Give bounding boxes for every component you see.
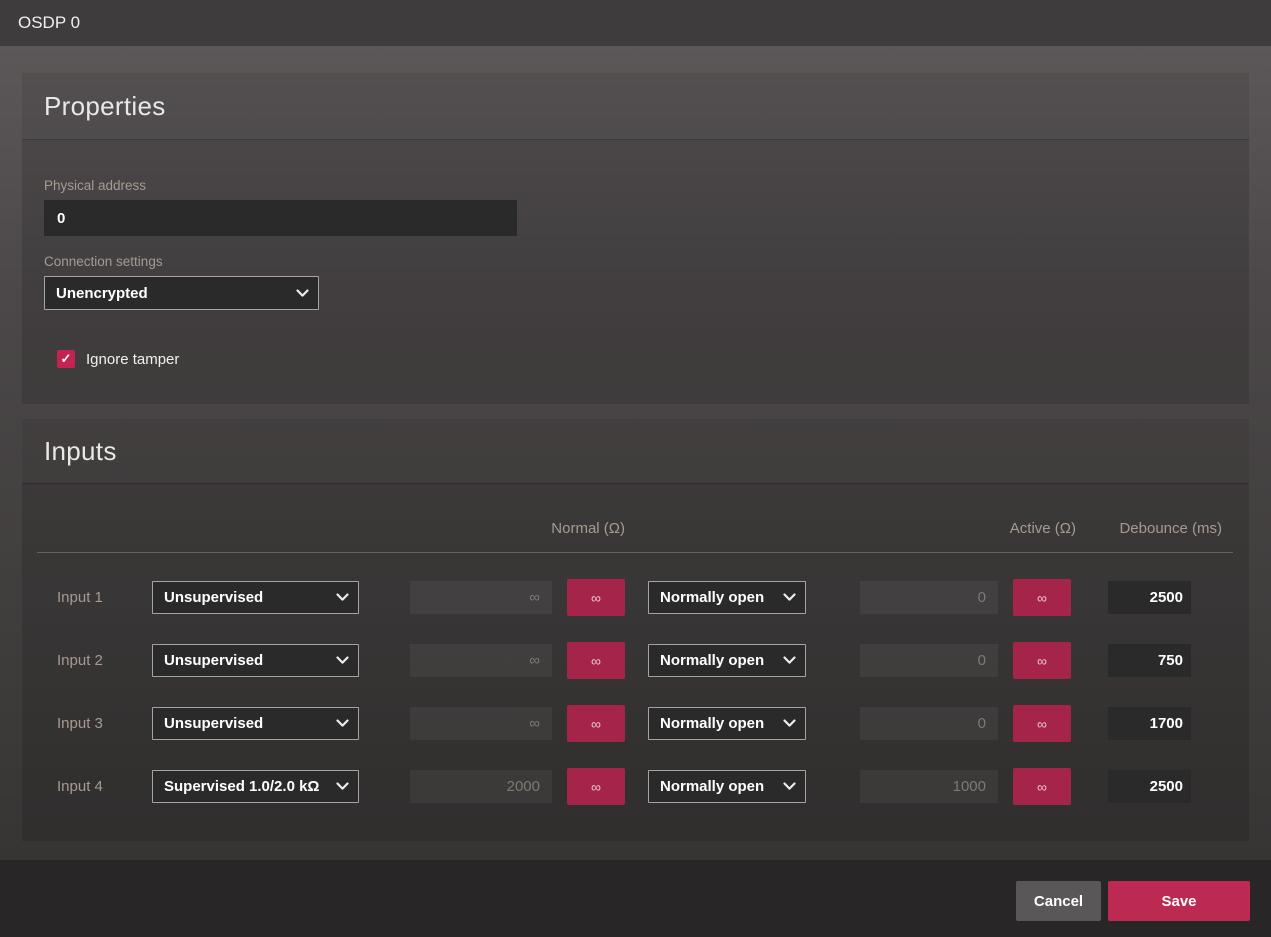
- active-infinity-button[interactable]: ∞: [1013, 768, 1071, 805]
- normal-resistance-field: [410, 707, 552, 740]
- supervision-select[interactable]: Unsupervised: [152, 644, 359, 677]
- contact-type-select[interactable]: Normally open: [648, 581, 806, 614]
- input-row-label: Input 2: [37, 652, 152, 669]
- physical-address-label: Physical address: [44, 178, 1227, 193]
- dialog-content: Properties Physical address Connection s…: [0, 46, 1271, 860]
- chevron-down-icon: [336, 656, 349, 665]
- supervision-select[interactable]: Unsupervised: [152, 581, 359, 614]
- contact-type-value: Normally open: [660, 652, 764, 669]
- contact-type-value: Normally open: [660, 715, 764, 732]
- supervision-value: Unsupervised: [164, 589, 263, 606]
- properties-section: Properties Physical address Connection s…: [22, 73, 1249, 404]
- chevron-down-icon: [336, 719, 349, 728]
- normal-infinity-button[interactable]: ∞: [567, 705, 625, 742]
- column-header-normal: Normal (Ω): [37, 520, 625, 537]
- contact-type-select[interactable]: Normally open: [648, 770, 806, 803]
- infinity-icon: ∞: [591, 780, 601, 794]
- supervision-select[interactable]: Unsupervised: [152, 707, 359, 740]
- supervision-select[interactable]: Supervised 1.0/2.0 kΩ: [152, 770, 359, 803]
- input-row-1: Input 1 Unsupervised ∞ Normally open: [37, 579, 1233, 616]
- infinity-icon: ∞: [1037, 717, 1047, 731]
- dialog-titlebar: OSDP 0: [0, 0, 1271, 46]
- physical-address-input[interactable]: [44, 200, 517, 236]
- footer-bar: Cancel Save: [0, 860, 1271, 937]
- debounce-input[interactable]: [1108, 581, 1191, 614]
- infinity-icon: ∞: [1037, 654, 1047, 668]
- infinity-icon: ∞: [591, 717, 601, 731]
- contact-type-value: Normally open: [660, 589, 764, 606]
- debounce-input[interactable]: [1108, 770, 1191, 803]
- normal-resistance-field: [410, 581, 552, 614]
- normal-resistance-field: [410, 770, 552, 803]
- supervision-value: Unsupervised: [164, 652, 263, 669]
- properties-title: Properties: [44, 91, 166, 122]
- chevron-down-icon: [783, 719, 796, 728]
- cancel-button[interactable]: Cancel: [1016, 881, 1101, 921]
- inputs-table: Normal (Ω) Active (Ω) Debounce (ms) Inpu…: [37, 484, 1233, 805]
- input-row-3: Input 3 Unsupervised ∞ Normally open: [37, 705, 1233, 742]
- chevron-down-icon: [336, 593, 349, 602]
- contact-type-select[interactable]: Normally open: [648, 707, 806, 740]
- inputs-header: Inputs: [22, 419, 1249, 484]
- input-row-label: Input 3: [37, 715, 152, 732]
- chevron-down-icon: [296, 289, 309, 298]
- normal-infinity-button[interactable]: ∞: [567, 768, 625, 805]
- normal-infinity-button[interactable]: ∞: [567, 579, 625, 616]
- table-divider: [37, 552, 1233, 553]
- connection-settings-value: Unencrypted: [56, 285, 148, 302]
- properties-body: Physical address Connection settings Une…: [22, 140, 1249, 404]
- input-row-label: Input 4: [37, 778, 152, 795]
- active-resistance-field: [860, 581, 998, 614]
- input-row-label: Input 1: [37, 589, 152, 606]
- properties-header: Properties: [22, 73, 1249, 140]
- check-icon: ✓: [61, 351, 72, 367]
- infinity-icon: ∞: [1037, 591, 1047, 605]
- active-resistance-field: [860, 644, 998, 677]
- connection-settings-label: Connection settings: [44, 254, 1227, 269]
- debounce-input[interactable]: [1108, 644, 1191, 677]
- infinity-icon: ∞: [1037, 780, 1047, 794]
- osdp-dialog: OSDP 0 Properties Physical address Conne…: [0, 0, 1271, 937]
- debounce-input[interactable]: [1108, 707, 1191, 740]
- input-row-4: Input 4 Supervised 1.0/2.0 kΩ ∞ Normally…: [37, 768, 1233, 805]
- column-header-debounce: Debounce (ms): [1076, 520, 1222, 537]
- connection-settings-select[interactable]: Unencrypted: [44, 276, 319, 310]
- chevron-down-icon: [336, 782, 349, 791]
- active-infinity-button[interactable]: ∞: [1013, 705, 1071, 742]
- chevron-down-icon: [783, 593, 796, 602]
- infinity-icon: ∞: [591, 654, 601, 668]
- save-button[interactable]: Save: [1108, 881, 1250, 921]
- supervision-value: Unsupervised: [164, 715, 263, 732]
- inputs-body: Normal (Ω) Active (Ω) Debounce (ms) Inpu…: [22, 484, 1249, 841]
- contact-type-select[interactable]: Normally open: [648, 644, 806, 677]
- input-row-2: Input 2 Unsupervised ∞ Normally open: [37, 642, 1233, 679]
- contact-type-value: Normally open: [660, 778, 764, 795]
- supervision-value: Supervised 1.0/2.0 kΩ: [164, 778, 319, 795]
- infinity-icon: ∞: [591, 591, 601, 605]
- inputs-title: Inputs: [44, 436, 117, 467]
- ignore-tamper-row: ✓ Ignore tamper: [44, 350, 1227, 368]
- active-resistance-field: [860, 707, 998, 740]
- table-header-row: Normal (Ω) Active (Ω) Debounce (ms): [37, 484, 1233, 537]
- active-infinity-button[interactable]: ∞: [1013, 642, 1071, 679]
- normal-infinity-button[interactable]: ∞: [567, 642, 625, 679]
- ignore-tamper-checkbox[interactable]: ✓: [57, 350, 75, 368]
- active-resistance-field: [860, 770, 998, 803]
- chevron-down-icon: [783, 656, 796, 665]
- chevron-down-icon: [783, 782, 796, 791]
- ignore-tamper-label: Ignore tamper: [86, 351, 179, 368]
- dialog-title: OSDP 0: [18, 13, 80, 33]
- column-header-active: Active (Ω): [625, 520, 1076, 537]
- inputs-section: Inputs Normal (Ω) Active (Ω) Debounce (m…: [22, 419, 1249, 841]
- active-infinity-button[interactable]: ∞: [1013, 579, 1071, 616]
- normal-resistance-field: [410, 644, 552, 677]
